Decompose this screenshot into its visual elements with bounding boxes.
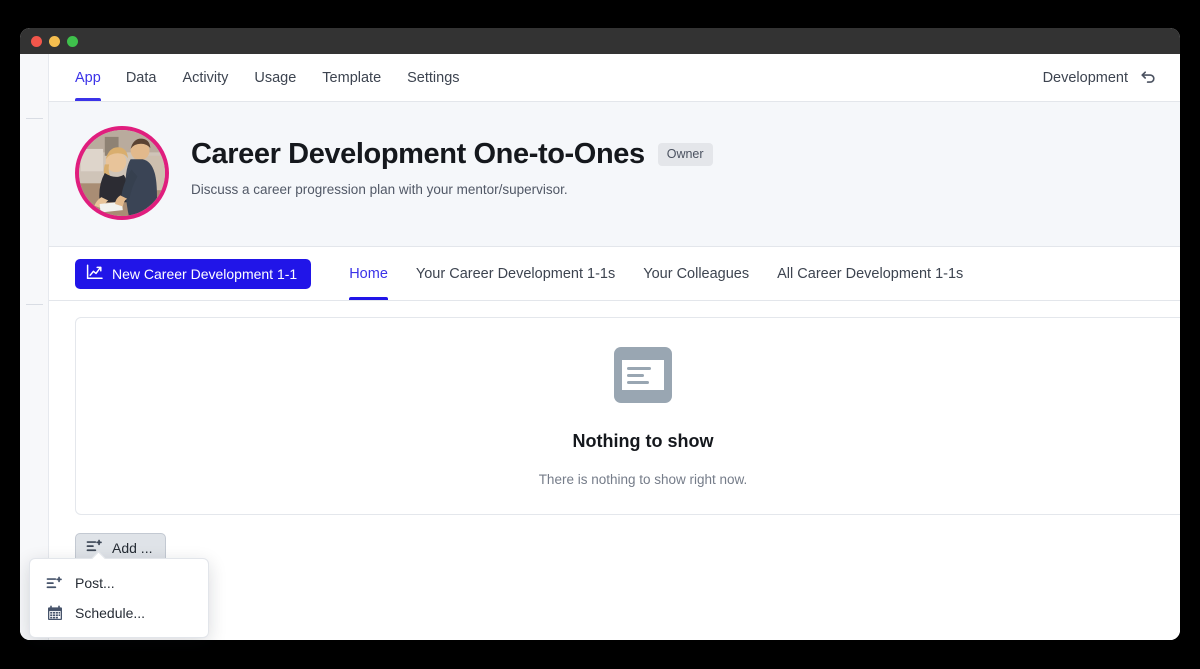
subtab-your-colleagues-label: Your Colleagues	[643, 265, 750, 282]
tab-template[interactable]: Template	[309, 54, 394, 101]
subtab-home-label: Home	[349, 265, 388, 282]
maximize-window-button[interactable]	[67, 35, 78, 47]
tab-usage[interactable]: Usage	[241, 54, 309, 101]
close-window-button[interactable]	[31, 35, 42, 47]
tab-data[interactable]: Data	[113, 54, 170, 101]
app-header: Career Development One-to-Ones Owner Dis…	[49, 102, 1180, 247]
subtab-your-career-development-label: Your Career Development 1-1s	[415, 265, 616, 282]
app-window: App Data Activity Usage Template Setting…	[20, 28, 1180, 640]
menu-item-schedule-label: Schedule...	[75, 605, 146, 621]
add-menu-popover: Post... Schedule...	[29, 558, 209, 638]
tab-settings[interactable]: Settings	[394, 54, 472, 101]
app-avatar[interactable]	[75, 126, 169, 220]
rail-divider	[26, 118, 43, 119]
page-title: Career Development One-to-Ones	[191, 138, 645, 170]
add-button-row: Add ...	[75, 533, 1154, 563]
environment-label: Development	[1042, 69, 1128, 86]
empty-state-title: Nothing to show	[572, 430, 714, 451]
tab-activity-label: Activity	[182, 69, 229, 86]
tab-data-label: Data	[125, 69, 157, 86]
app-title-row: Career Development One-to-Ones Owner	[191, 138, 713, 171]
window-body: App Data Activity Usage Template Setting…	[20, 54, 1180, 640]
subtab-all-career-development-label: All Career Development 1-1s	[777, 265, 964, 282]
app-subtitle: Discuss a career progression plan with y…	[191, 182, 568, 197]
rail-divider	[26, 304, 43, 305]
tab-activity[interactable]: Activity	[169, 54, 241, 101]
window-titlebar	[20, 28, 1180, 54]
sub-nav: New Career Development 1-1 Home Your Car…	[49, 247, 1180, 301]
tab-template-label: Template	[322, 69, 382, 86]
undo-arrow-icon[interactable]	[1139, 68, 1158, 87]
document-placeholder-icon	[613, 346, 673, 409]
main-pane: Nothing to show There is nothing to show…	[49, 301, 1180, 639]
empty-state-subtitle: There is nothing to show right now.	[538, 471, 748, 487]
line-chart-up-icon	[86, 264, 103, 283]
top-nav-right: Development	[1043, 54, 1158, 101]
calendar-icon	[46, 605, 63, 621]
subtab-your-colleagues[interactable]: Your Colleagues	[629, 247, 763, 300]
new-career-development-button[interactable]: New Career Development 1-1	[75, 258, 312, 289]
menu-item-schedule[interactable]: Schedule...	[30, 598, 208, 628]
subtab-home[interactable]: Home	[335, 247, 402, 300]
add-button-label: Add ...	[112, 540, 153, 556]
tab-settings-label: Settings	[407, 69, 460, 86]
new-career-development-button-label: New Career Development 1-1	[112, 265, 298, 282]
left-rail	[20, 54, 49, 640]
top-nav-items: App Data Activity Usage Template Setting…	[75, 54, 473, 101]
empty-state-card: Nothing to show There is nothing to show…	[75, 317, 1180, 515]
menu-item-post-label: Post...	[75, 575, 115, 591]
content-area: App Data Activity Usage Template Setting…	[49, 54, 1180, 640]
app-avatar-photo	[79, 130, 165, 216]
popover-arrow	[90, 551, 106, 559]
sub-nav-tabs: Home Your Career Development 1-1s Your C…	[335, 247, 977, 300]
subtab-all-career-development-1-1s[interactable]: All Career Development 1-1s	[763, 247, 977, 300]
app-title-block: Career Development One-to-Ones Owner Dis…	[191, 126, 713, 197]
menu-item-post[interactable]: Post...	[30, 568, 208, 598]
minimize-window-button[interactable]	[49, 35, 60, 47]
screen: App Data Activity Usage Template Setting…	[0, 0, 1200, 669]
list-plus-icon	[46, 576, 63, 591]
tab-usage-label: Usage	[254, 69, 297, 86]
status-badge: Owner	[657, 143, 713, 166]
subtab-your-career-development-1-1s[interactable]: Your Career Development 1-1s	[402, 247, 629, 300]
tab-app-label: App	[75, 69, 101, 86]
top-nav: App Data Activity Usage Template Setting…	[49, 54, 1180, 102]
tab-app[interactable]: App	[75, 54, 113, 101]
